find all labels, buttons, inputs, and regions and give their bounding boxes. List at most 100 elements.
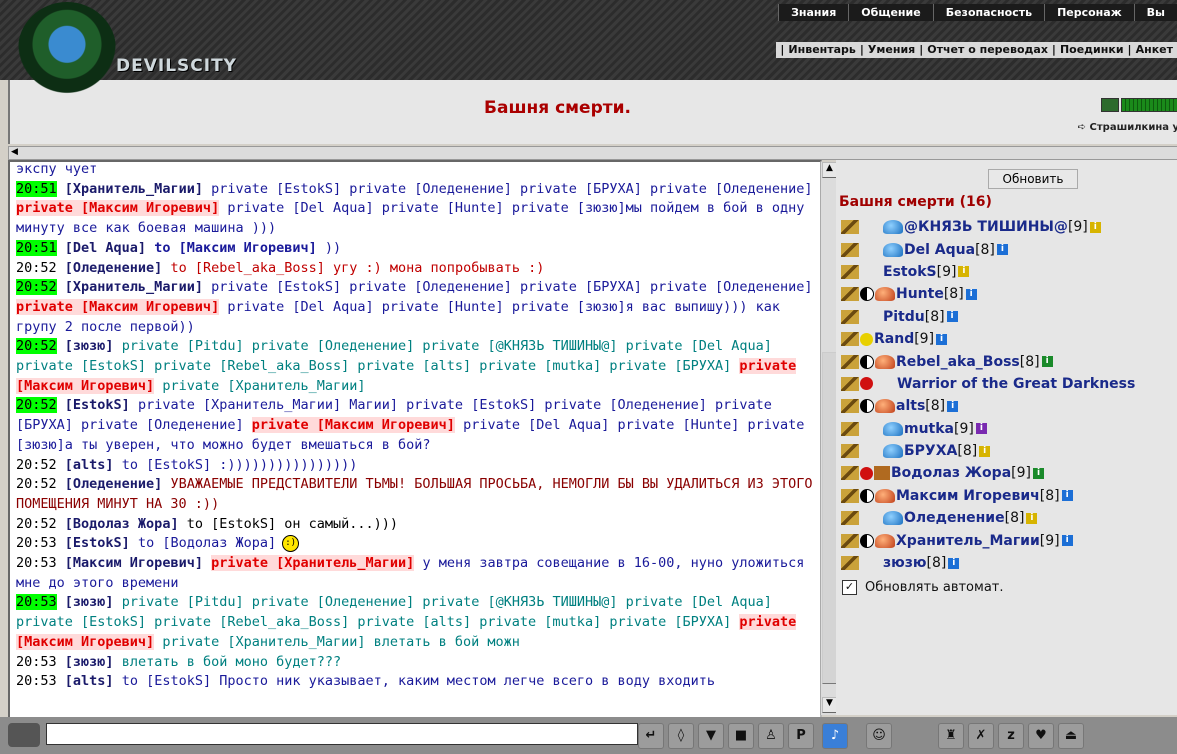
- user-row[interactable]: Del Aqua [8] i: [841, 238, 1177, 260]
- user-name[interactable]: Warrior of the Great Darkness: [897, 376, 1135, 392]
- menu-exit[interactable]: Вы: [1133, 4, 1177, 21]
- attack-icon[interactable]: [841, 242, 859, 257]
- user-row[interactable]: Hunte [8] i: [841, 283, 1177, 305]
- info-icon[interactable]: i: [979, 445, 991, 457]
- info-icon[interactable]: i: [1089, 221, 1101, 233]
- menu-knowledge[interactable]: Знания: [778, 4, 848, 21]
- attack-icon[interactable]: [841, 376, 859, 391]
- scroll-down-icon[interactable]: ▼: [822, 697, 837, 713]
- user-name[interactable]: Водолаз Жора: [891, 465, 1011, 481]
- attack-icon[interactable]: [841, 264, 859, 279]
- enter-icon[interactable]: ↵: [638, 723, 664, 749]
- user-row[interactable]: БРУХА [8] i: [841, 440, 1177, 462]
- auto-refresh-checkbox[interactable]: ✓: [842, 580, 857, 595]
- fist-icon[interactable]: ♜: [938, 723, 964, 749]
- user-name[interactable]: @КНЯЗЬ ТИШИНЫ@: [904, 219, 1068, 235]
- arrow-left-icon[interactable]: ◀: [11, 147, 18, 157]
- user-row[interactable]: зюзю [8] i: [841, 552, 1177, 574]
- city-logo[interactable]: [18, 2, 116, 96]
- chat-input[interactable]: [46, 723, 638, 745]
- user-name[interactable]: Hunte: [896, 286, 944, 302]
- user-row[interactable]: Оледенение [8] i: [841, 507, 1177, 529]
- user-name[interactable]: EstokS: [883, 264, 937, 280]
- info-icon[interactable]: i: [1026, 512, 1038, 524]
- user-row[interactable]: Максим Игоревич [8] i: [841, 485, 1177, 507]
- smile-icon[interactable]: ☺: [866, 723, 892, 749]
- info-icon[interactable]: i: [946, 311, 958, 323]
- hand-icon[interactable]: [8, 723, 40, 747]
- attack-icon[interactable]: [841, 511, 859, 526]
- user-name[interactable]: Оледенение: [904, 510, 1005, 526]
- menu-duels[interactable]: Поединки: [1056, 42, 1128, 58]
- user-row[interactable]: Warrior of the Great Darkness: [841, 373, 1177, 395]
- zz-icon[interactable]: z: [998, 723, 1024, 749]
- scroll-up-icon[interactable]: ▲: [822, 162, 837, 178]
- attack-icon[interactable]: [841, 220, 859, 235]
- horizontal-scrollbar[interactable]: ◀: [8, 146, 1177, 160]
- user-row[interactable]: Rebel_aka_Boss [8] i: [841, 350, 1177, 372]
- user-name[interactable]: Rand: [874, 331, 914, 347]
- user-name[interactable]: alts: [896, 398, 925, 414]
- filter-icon[interactable]: ▼: [698, 723, 724, 749]
- eraser-icon[interactable]: ◊: [668, 723, 694, 749]
- user-name[interactable]: Хранитель_Магии: [896, 533, 1040, 549]
- music-icon[interactable]: ♪: [822, 723, 848, 749]
- user-name[interactable]: Pitdu: [883, 309, 925, 325]
- info-icon[interactable]: i: [1061, 535, 1073, 547]
- attack-icon[interactable]: [841, 309, 859, 324]
- menu-communication[interactable]: Общение: [848, 4, 932, 21]
- strike-icon[interactable]: ✗: [968, 723, 994, 749]
- attack-icon[interactable]: [841, 533, 859, 548]
- attack-icon[interactable]: [841, 332, 859, 347]
- attack-icon[interactable]: [841, 399, 859, 414]
- player-name[interactable]: ➪ Страшилкина у: [1078, 122, 1177, 133]
- user-row[interactable]: mutka [9] i: [841, 418, 1177, 440]
- scroll-thumb[interactable]: [822, 352, 837, 684]
- user-row[interactable]: Pitdu [8] i: [841, 306, 1177, 328]
- user-row[interactable]: EstokS [9] i: [841, 261, 1177, 283]
- info-icon[interactable]: i: [965, 288, 977, 300]
- sub-menu: | Инвентарь | Умения | Отчет о переводах…: [776, 42, 1177, 58]
- info-icon[interactable]: i: [947, 400, 959, 412]
- user-row[interactable]: Хранитель_Магии [9] i: [841, 529, 1177, 551]
- info-icon[interactable]: i: [996, 244, 1008, 256]
- translit-icon[interactable]: P: [788, 723, 814, 749]
- info-icon[interactable]: i: [1033, 467, 1044, 479]
- save-icon[interactable]: ■: [728, 723, 754, 749]
- user-name[interactable]: Максим Игоревич: [896, 488, 1040, 504]
- info-icon[interactable]: i: [948, 557, 960, 569]
- menu-inventory[interactable]: Инвентарь: [784, 42, 859, 58]
- attack-icon[interactable]: [841, 287, 859, 302]
- chat-scrollbar[interactable]: ▲ ▼: [820, 162, 837, 715]
- user-name[interactable]: mutka: [904, 421, 954, 437]
- info-icon[interactable]: i: [1061, 490, 1073, 502]
- walker-icon[interactable]: ♙: [758, 723, 784, 749]
- menu-character[interactable]: Персонаж: [1044, 4, 1134, 21]
- attack-icon[interactable]: [841, 421, 859, 436]
- menu-profile[interactable]: Анкет: [1132, 42, 1177, 58]
- user-name[interactable]: БРУХА: [904, 443, 957, 459]
- user-name[interactable]: зюзю: [883, 555, 927, 571]
- user-row[interactable]: Rand [9] i: [841, 328, 1177, 350]
- user-row[interactable]: @КНЯЗЬ ТИШИНЫ@ [9] i: [841, 216, 1177, 238]
- auto-refresh-row[interactable]: ✓ Обновлять автомат.: [842, 580, 1004, 595]
- attack-icon[interactable]: [841, 444, 859, 459]
- attack-icon[interactable]: [841, 488, 859, 503]
- user-name[interactable]: Rebel_aka_Boss: [896, 354, 1020, 370]
- exit-icon[interactable]: ⏏: [1058, 723, 1084, 749]
- info-icon[interactable]: i: [958, 266, 970, 278]
- user-row[interactable]: alts [8] i: [841, 395, 1177, 417]
- attack-icon[interactable]: [841, 466, 859, 481]
- user-row[interactable]: Водолаз Жора [9] i: [841, 462, 1177, 484]
- heart-icon[interactable]: ♥: [1028, 723, 1054, 749]
- menu-skills[interactable]: Умения: [864, 42, 919, 58]
- attack-icon[interactable]: [841, 354, 859, 369]
- info-icon[interactable]: i: [975, 423, 987, 435]
- attack-icon[interactable]: [841, 556, 859, 571]
- info-icon[interactable]: i: [1041, 356, 1053, 368]
- menu-security[interactable]: Безопасность: [932, 4, 1044, 21]
- refresh-button[interactable]: Обновить: [988, 169, 1078, 189]
- info-icon[interactable]: i: [936, 333, 948, 345]
- menu-transfers[interactable]: Отчет о переводах: [923, 42, 1052, 58]
- user-name[interactable]: Del Aqua: [904, 242, 975, 258]
